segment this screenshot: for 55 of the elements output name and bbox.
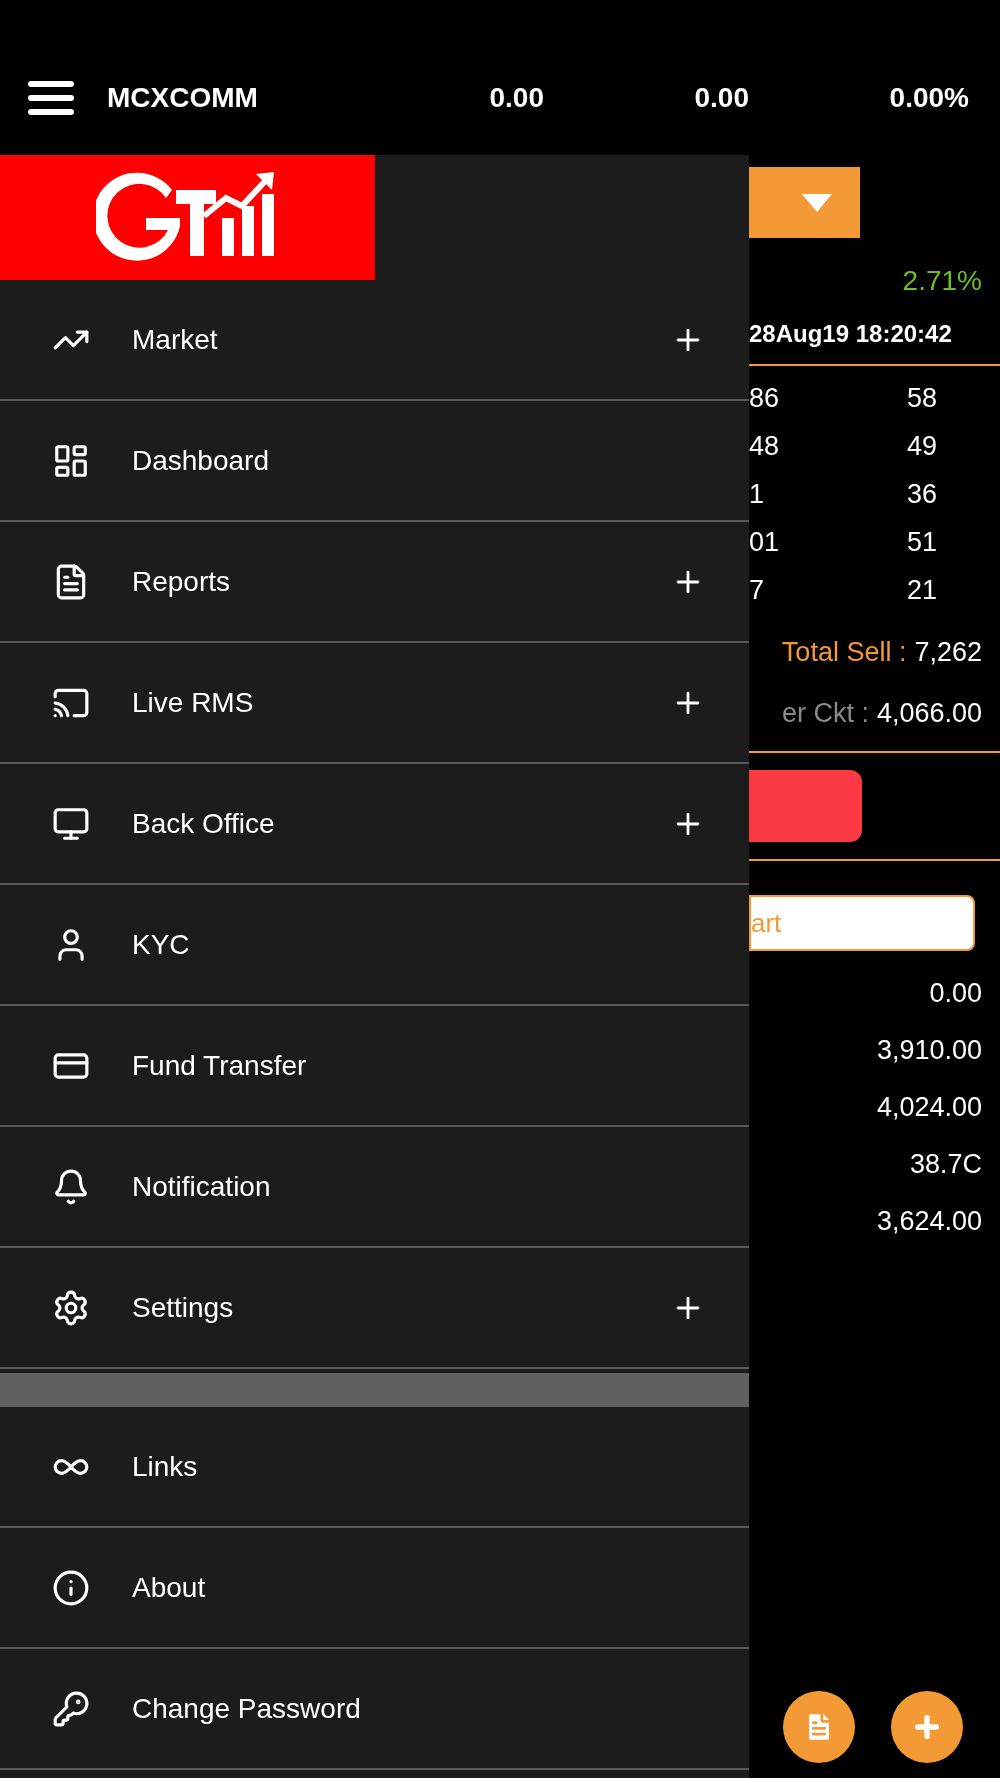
menu-label: Dashboard: [132, 443, 270, 478]
depth-cell-text: 21: [907, 573, 938, 607]
depth-cell-text: 48: [749, 429, 781, 463]
menu-item[interactable]: KYC: [0, 885, 749, 1006]
menu-item[interactable]: Reports: [0, 522, 749, 643]
menu-label: Back Office: [132, 806, 276, 841]
info-icon: [52, 1568, 90, 1607]
menu-label: Change Password: [132, 1691, 362, 1726]
menu-item[interactable]: About: [0, 1528, 749, 1649]
menu-label: Settings: [132, 1290, 235, 1325]
value-text: 0.00: [929, 977, 982, 1011]
caret-down-icon: [802, 193, 832, 212]
circuit-value: 4,066.00: [876, 696, 982, 730]
menu-item[interactable]: Market: [0, 280, 749, 401]
depth-cell-text: 1: [749, 477, 766, 511]
total-sell-label: Total Sell :: [781, 636, 907, 669]
menu-label: Market: [132, 322, 219, 357]
key-icon: [52, 1689, 90, 1728]
menu-icon[interactable]: [28, 81, 74, 115]
depth-cell-text: 51: [907, 525, 938, 559]
value-text: 3,910.00: [876, 1034, 982, 1068]
depth-cell-text: 49: [907, 429, 938, 463]
menu-item[interactable]: Change Password: [0, 1649, 749, 1770]
menu-label: Links: [132, 1449, 199, 1484]
menu-label: Notification: [132, 1169, 272, 1204]
menu-label: Reports: [132, 564, 232, 599]
menu-label: Fund Transfer: [132, 1048, 308, 1083]
depth-cell-text: 7: [749, 573, 766, 607]
menu-label: Live RMS: [132, 685, 255, 720]
menu-item[interactable]: Back Office: [0, 764, 749, 885]
menu-item[interactable]: Links: [0, 1407, 749, 1528]
menu-label: About: [132, 1570, 207, 1605]
settings-icon: [52, 1288, 90, 1327]
menu-item[interactable]: Settings: [0, 1248, 749, 1369]
depth-cell-text: 86: [749, 381, 781, 415]
depth-cell-text: 58: [907, 381, 938, 415]
value-text: 4,024.00: [876, 1091, 982, 1125]
depth-cell-text: 01: [749, 525, 781, 559]
menu-item[interactable]: Live RMS: [0, 643, 749, 764]
timestamp: 28Aug19 18:20:42: [749, 319, 953, 349]
total-sell-value: 7,262: [914, 636, 982, 669]
quote-value: 0.00%: [888, 81, 969, 115]
menu-label: KYC: [132, 927, 191, 962]
quote-value: 0.00: [488, 81, 544, 115]
quote-value: 0.00: [693, 81, 749, 115]
circuit-label: er Ckt :: [781, 696, 869, 730]
value-text: 38.7C: [909, 1148, 982, 1182]
menu-item[interactable]: Dashboard: [0, 401, 749, 522]
symbol-name: MCXCOMM: [107, 81, 259, 115]
depth-cell-text: 36: [907, 477, 938, 511]
menu-item[interactable]: Fund Transfer: [0, 1006, 749, 1127]
value-text: 3,624.00: [876, 1205, 982, 1239]
bell-icon: [52, 1167, 90, 1206]
menu-item[interactable]: Notification: [0, 1127, 749, 1248]
change-percent: 2.71%: [902, 264, 982, 298]
